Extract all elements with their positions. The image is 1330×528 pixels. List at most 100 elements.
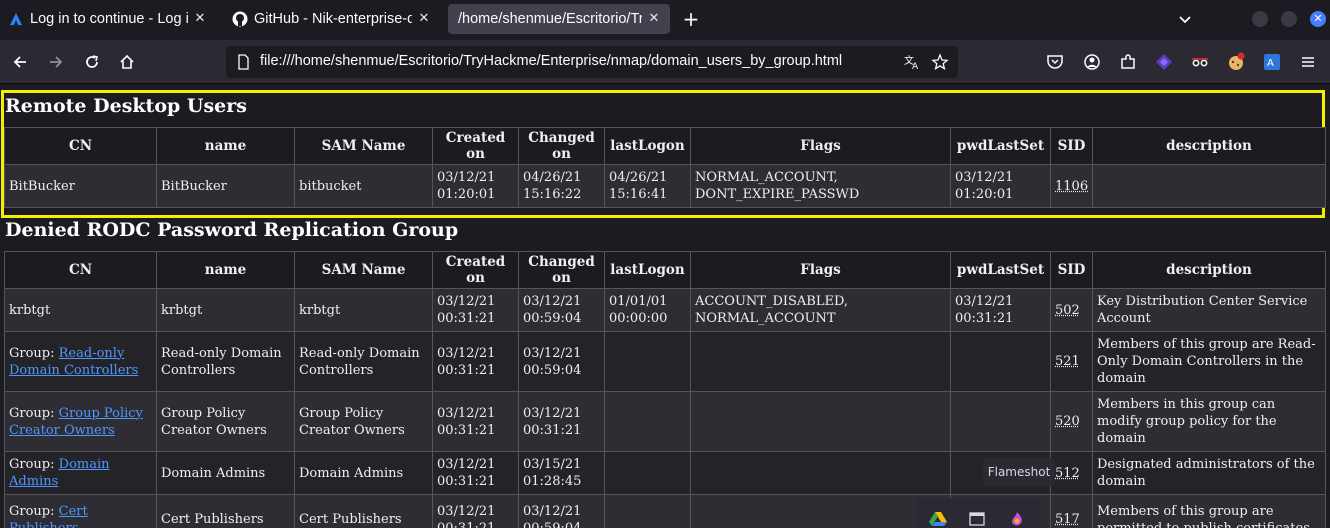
cell-description: Members of this group are Read-Only Doma… bbox=[1092, 331, 1326, 392]
cell-lastlogon bbox=[604, 391, 691, 452]
new-tab-icon[interactable]: + bbox=[680, 8, 702, 30]
svg-text:A: A bbox=[1267, 58, 1274, 69]
url-text[interactable]: file:///home/shenmue/Escritorio/TryHackm… bbox=[260, 53, 896, 71]
tab-title: /home/shenmue/Escritorio/TryHackme bbox=[458, 11, 642, 27]
cell-sid: 517 bbox=[1050, 494, 1093, 528]
sid-value: 521 bbox=[1055, 354, 1080, 369]
back-arrow-icon[interactable] bbox=[8, 50, 32, 74]
cell-sid: 502 bbox=[1050, 288, 1093, 332]
column-header: Flags bbox=[690, 127, 951, 165]
cell-name: Read-only Domain Controllers bbox=[156, 331, 295, 392]
cell-created: 03/12/21 00:31:21 bbox=[432, 494, 519, 528]
cookie-extension-icon[interactable] bbox=[1224, 50, 1248, 74]
column-header: pwdLastSet bbox=[950, 127, 1051, 165]
window-icon[interactable] bbox=[969, 511, 987, 526]
cell-flags bbox=[690, 331, 951, 392]
table-header-row: CN name SAM Name Created on Changed on lastLo… bbox=[4, 251, 1326, 289]
cell-cn: Group: Domain Admins bbox=[4, 451, 157, 495]
cell-changed: 03/12/21 00:59:04 bbox=[518, 331, 605, 392]
group-title: Remote Desktop Users bbox=[5, 95, 247, 117]
cell-name: Group Policy Creator Owners bbox=[156, 391, 295, 452]
cell-cn: Group: Group Policy Creator Owners bbox=[4, 391, 157, 452]
cell-changed: 03/12/21 00:59:04 bbox=[518, 288, 605, 332]
tab-github[interactable]: GitHub - Nik-enterprise-dev ✕ bbox=[224, 4, 440, 34]
address-bar[interactable]: file:///home/shenmue/Escritorio/TryHackm… bbox=[226, 46, 958, 78]
maximize-icon[interactable] bbox=[1281, 11, 1297, 27]
cell-pwdlastset bbox=[950, 331, 1051, 392]
cn-prefix: Group: bbox=[9, 345, 59, 361]
cell-lastlogon bbox=[604, 331, 691, 392]
table-row: krbtgt krbtgt krbtgt 03/12/21 00:31:21 03/12… bbox=[4, 288, 1326, 332]
table-row: Group: Read-only Domain Controllers Read-… bbox=[4, 331, 1326, 392]
page-icon bbox=[235, 54, 251, 70]
system-tray bbox=[915, 498, 1040, 528]
cell-pwdlastset bbox=[950, 391, 1051, 452]
cell-sid: 520 bbox=[1050, 391, 1093, 452]
wappalyzer-icon[interactable] bbox=[1152, 50, 1176, 74]
cell-sam-name: Group Policy Creator Owners bbox=[294, 391, 433, 452]
cell-changed: 03/12/21 00:59:04 bbox=[518, 494, 605, 528]
sid-value: 512 bbox=[1055, 465, 1080, 481]
atlassian-icon bbox=[8, 11, 24, 27]
forward-arrow-icon[interactable] bbox=[44, 50, 68, 74]
cell-description: Members in this group can modify group p… bbox=[1092, 391, 1326, 452]
translate-extension-icon[interactable]: A bbox=[1260, 50, 1284, 74]
cell-sam-name: Cert Publishers bbox=[294, 494, 433, 528]
bookmark-star-icon[interactable] bbox=[930, 52, 950, 72]
tab-log-in[interactable]: Log in to continue - Log in ✕ bbox=[0, 4, 216, 34]
cell-sam-name: Read-only Domain Controllers bbox=[294, 331, 433, 392]
cell-pwdlastset: 03/12/21 00:31:21 bbox=[950, 288, 1051, 332]
column-header: Created on bbox=[432, 127, 519, 165]
cell-cn: Group: Read-only Domain Controllers bbox=[4, 331, 157, 392]
cell-name: krbtgt bbox=[156, 288, 295, 332]
tab-title: GitHub - Nik-enterprise-dev bbox=[254, 11, 412, 27]
cell-created: 03/12/21 00:31:21 bbox=[432, 391, 519, 452]
chevron-down-icon[interactable] bbox=[1174, 8, 1196, 30]
cell-flags bbox=[690, 391, 951, 452]
column-header: pwdLastSet bbox=[950, 251, 1051, 289]
glasses-extension-icon[interactable] bbox=[1188, 50, 1212, 74]
cell-created: 03/12/21 01:20:01 bbox=[432, 164, 519, 208]
cell-pwdlastset: 03/12/21 01:20:01 bbox=[950, 164, 1051, 208]
column-header: SAM Name bbox=[294, 127, 433, 165]
column-header: Created on bbox=[432, 251, 519, 289]
column-header: SAM Name bbox=[294, 251, 433, 289]
cell-cn: krbtgt bbox=[4, 288, 157, 332]
flameshot-icon[interactable] bbox=[1009, 511, 1027, 526]
column-header: name bbox=[156, 251, 295, 289]
sid-value: 502 bbox=[1055, 302, 1080, 318]
table-row: Group: Domain Admins Domain Admins Domain … bbox=[4, 451, 1326, 495]
cell-description: Members of this group are permitted to p… bbox=[1092, 494, 1326, 528]
close-tab-icon[interactable]: ✕ bbox=[416, 11, 432, 27]
cn-prefix: Group: bbox=[9, 503, 59, 519]
cell-sid: 1106 bbox=[1050, 164, 1093, 208]
group-table-remote-desktop: CN name SAM Name Created on Changed on lastLo… bbox=[4, 127, 1326, 208]
cn-prefix: Group: bbox=[9, 405, 59, 421]
cell-description bbox=[1092, 164, 1326, 208]
minimize-icon[interactable] bbox=[1252, 11, 1268, 27]
cell-changed: 04/26/21 15:16:22 bbox=[518, 164, 605, 208]
tab-local-file[interactable]: /home/shenmue/Escritorio/TryHackme ✕ bbox=[448, 4, 670, 34]
sid-value: 520 bbox=[1055, 414, 1080, 429]
reload-icon[interactable] bbox=[80, 50, 104, 74]
pocket-icon[interactable] bbox=[1043, 50, 1067, 74]
cell-sam-name: krbtgt bbox=[294, 288, 433, 332]
column-header: CN bbox=[4, 127, 157, 165]
close-tab-icon[interactable]: ✕ bbox=[646, 11, 662, 27]
group-title: Denied RODC Password Replication Group bbox=[5, 219, 459, 241]
column-header: CN bbox=[4, 251, 157, 289]
home-icon[interactable] bbox=[115, 50, 139, 74]
cell-lastlogon bbox=[604, 451, 691, 495]
column-header: Flags bbox=[690, 251, 951, 289]
google-drive-icon[interactable] bbox=[929, 511, 947, 526]
extensions-icon[interactable] bbox=[1116, 50, 1140, 74]
column-header: description bbox=[1092, 251, 1326, 289]
column-header: Changed on bbox=[518, 127, 605, 165]
hamburger-menu-icon[interactable] bbox=[1296, 50, 1320, 74]
close-tab-icon[interactable]: ✕ bbox=[192, 11, 208, 27]
cell-description: Designated administrators of the domain bbox=[1092, 451, 1326, 495]
cell-description: Key Distribution Center Service Account bbox=[1092, 288, 1326, 332]
account-icon[interactable] bbox=[1080, 50, 1104, 74]
window-close-icon[interactable]: ✕ bbox=[1310, 11, 1326, 27]
translate-icon[interactable]: 文A bbox=[902, 52, 922, 72]
